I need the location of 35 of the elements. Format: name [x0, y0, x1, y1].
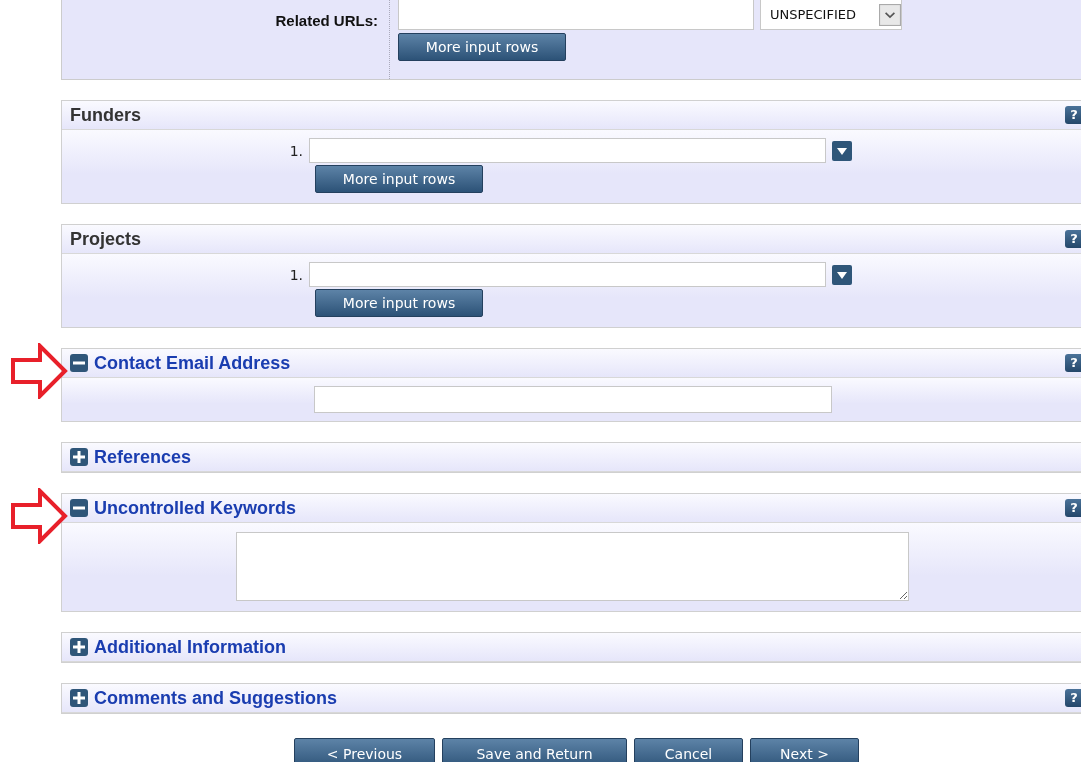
section-title[interactable]: Comments and Suggestions: [94, 687, 338, 709]
url-type-select[interactable]: UNSPECIFIED: [760, 0, 902, 30]
help-button[interactable]: ?: [1065, 230, 1081, 248]
section-title[interactable]: Contact Email Address: [94, 352, 291, 374]
row-number: 1.: [288, 266, 304, 283]
collapse-icon[interactable]: [70, 354, 88, 372]
dropdown-icon[interactable]: [832, 140, 852, 161]
collapse-icon[interactable]: [70, 499, 88, 517]
expand-icon[interactable]: [70, 448, 88, 466]
text-input[interactable]: [309, 138, 826, 163]
more-input-rows-button[interactable]: More input rows: [398, 33, 566, 61]
section-title: Funders: [70, 104, 141, 126]
caret-icon: [879, 3, 901, 26]
dropdown-icon[interactable]: [832, 264, 852, 285]
row-number: 1.: [288, 142, 304, 159]
email-input[interactable]: [314, 386, 832, 413]
expand-icon[interactable]: [70, 638, 88, 656]
help-button[interactable]: ?: [1065, 106, 1081, 124]
expand-icon[interactable]: [70, 689, 88, 707]
more-input-rows-button[interactable]: More input rows: [315, 165, 483, 193]
section-title[interactable]: Additional Information: [94, 636, 286, 658]
url-input[interactable]: [398, 0, 754, 30]
help-button[interactable]: ?: [1065, 354, 1081, 372]
nav-button[interactable]: Save and Return: [442, 738, 627, 762]
section-title[interactable]: References: [94, 446, 192, 468]
section-title: Projects: [70, 228, 142, 250]
more-input-rows-button[interactable]: More input rows: [315, 289, 483, 317]
help-button[interactable]: ?: [1065, 499, 1081, 517]
text-input[interactable]: [309, 262, 826, 287]
field-label: Related URLs:: [274, 11, 379, 31]
section-title[interactable]: Uncontrolled Keywords: [94, 497, 297, 519]
nav-button[interactable]: Cancel: [634, 738, 743, 762]
nav-button[interactable]: Next >: [750, 738, 859, 762]
nav-button[interactable]: < Previous: [294, 738, 435, 762]
help-button[interactable]: ?: [1065, 689, 1081, 707]
